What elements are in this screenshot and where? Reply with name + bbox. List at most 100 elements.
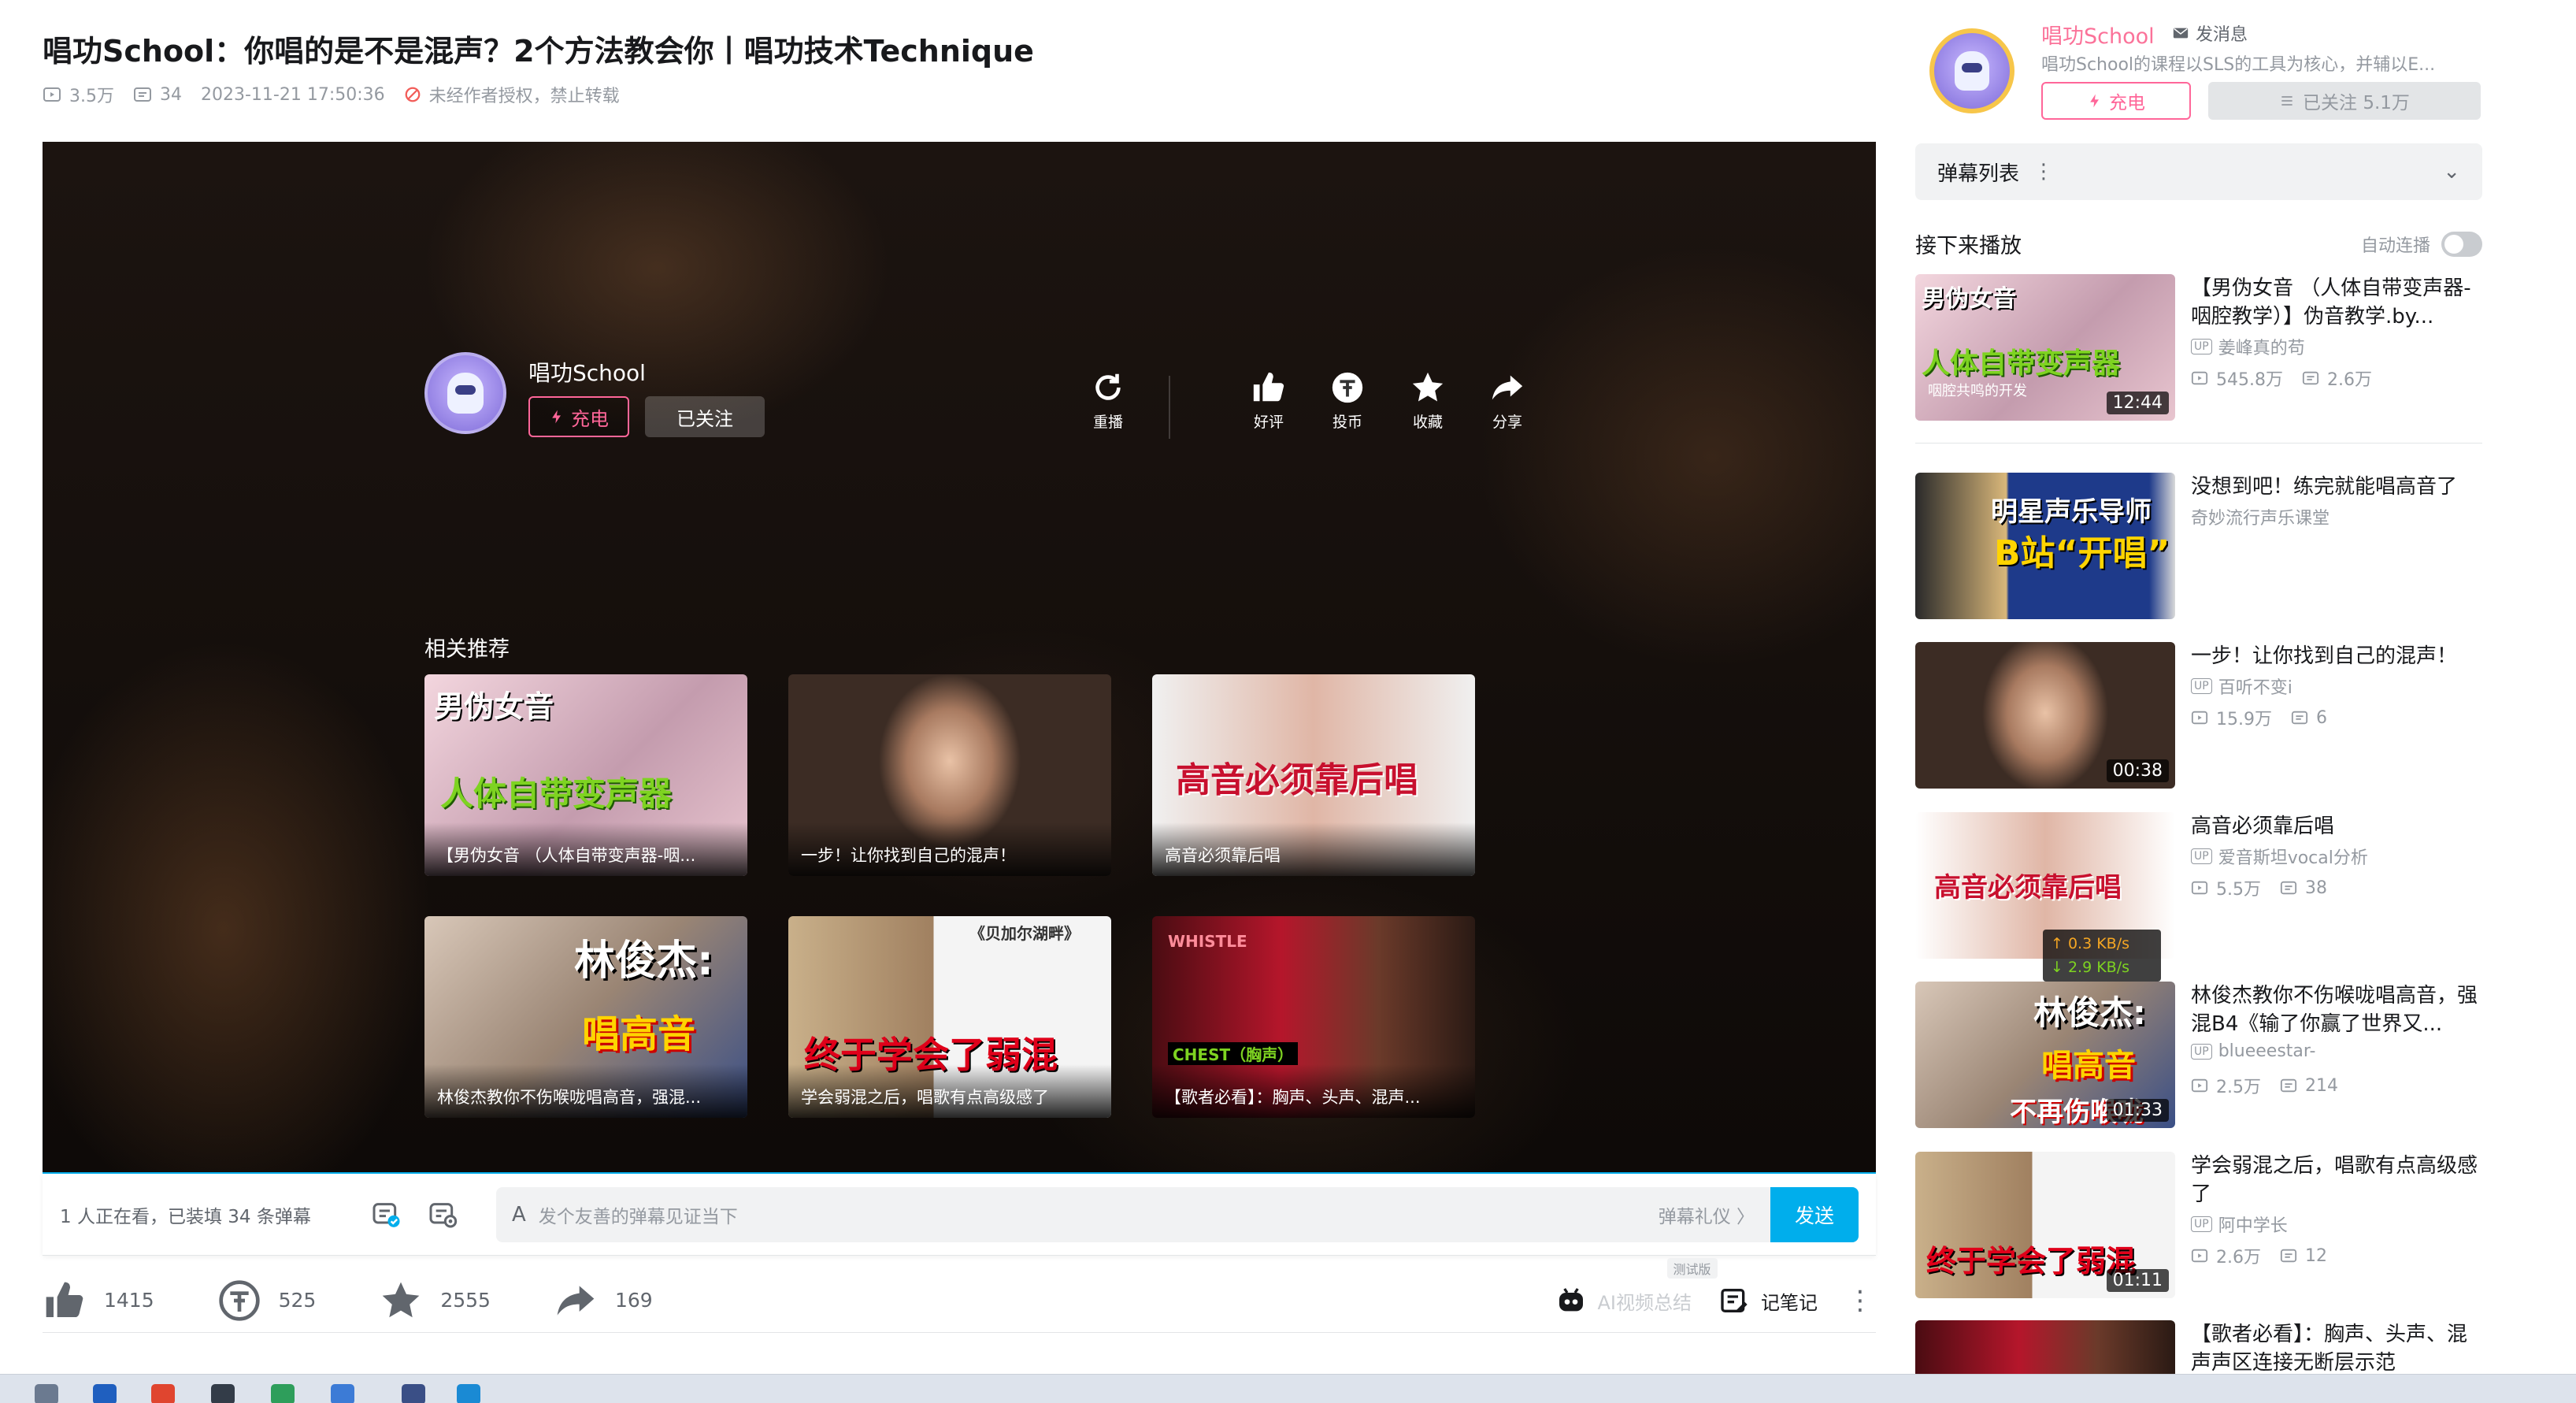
video-title[interactable]: 【男伪女音 （人体自带变声器-咽腔教学）】伪音教学.by... xyxy=(2191,274,2482,331)
video-thumbnail[interactable]: 明星声乐导师 B站“开唱” xyxy=(1915,473,2175,619)
video-stats: 2.6万 12 xyxy=(2191,1243,2327,1268)
next-up-title: 接下来播放 xyxy=(1915,234,2022,258)
uploader-avatar[interactable] xyxy=(424,352,506,434)
related-caption: 一步！让你找到自己的混声！ xyxy=(801,846,1016,865)
related-video-card[interactable]: WHISTLE CHEST（胸声） 【歌者必看】：胸声、头声、混声... xyxy=(1152,916,1475,1118)
danmaku-settings-button[interactable] xyxy=(424,1196,461,1234)
video-toolbar: 1415 525 2555 169 测试版 AI视频总结 记笔记 ⋮ xyxy=(43,1258,1876,1333)
star-icon xyxy=(383,1282,420,1317)
video-thumbnail[interactable]: 终于学会了弱混 01:11 xyxy=(1915,1152,2175,1298)
uploader-description: 唱功School的课程以SLS的工具为核心，并辅以E... xyxy=(2041,55,2436,75)
video-thumbnail[interactable]: 林俊杰: 唱高音 不再伤喉咙 01:33 xyxy=(1915,982,2175,1128)
charge-button[interactable]: 充电 xyxy=(2041,82,2191,120)
like-button[interactable]: 好评 xyxy=(1237,369,1300,432)
views-stat: 3.5万 xyxy=(43,82,114,107)
video-title[interactable]: 没想到吧！练完就能唱高音了 xyxy=(2191,473,2482,501)
taskbar-app-icon[interactable] xyxy=(35,1384,58,1403)
charge-button[interactable]: 充电 xyxy=(528,396,629,437)
recommended-video[interactable]: 高音必须靠后唱 高音必须靠后唱 UP 爱音斯坦vocal分析 5.5万 38 xyxy=(1915,812,2482,962)
taskbar-app-icon[interactable] xyxy=(271,1384,295,1403)
video-author[interactable]: UP 爱音斯坦vocal分析 xyxy=(2191,844,2368,869)
video-author[interactable]: UP 阿中学长 xyxy=(2191,1212,2288,1237)
more-menu-button[interactable]: ⋮ xyxy=(1844,1285,1876,1316)
danmaku-icon xyxy=(134,87,151,102)
video-author[interactable]: UP 姜峰真的苟 xyxy=(2191,334,2305,359)
video-title[interactable]: 高音必须靠后唱 xyxy=(2191,812,2482,841)
take-note-button[interactable]: 记笔记 xyxy=(1718,1285,1818,1316)
uploader-avatar[interactable] xyxy=(1929,28,2014,113)
robot-avatar-icon xyxy=(447,373,484,414)
video-title[interactable]: 林俊杰教你不伤喉咙唱高音，强混B4《输了你赢了世界又... xyxy=(2191,982,2482,1038)
coin-count: 525 xyxy=(278,1289,317,1312)
followed-button[interactable]: 已关注 xyxy=(645,396,765,437)
play-count-icon xyxy=(2191,1078,2208,1093)
font-style-icon[interactable]: A xyxy=(512,1203,526,1227)
next-up-header: 接下来播放 自动连播 xyxy=(1915,228,2482,259)
danmaku-toggle-button[interactable] xyxy=(367,1196,405,1234)
share-button[interactable]: 分享 xyxy=(1476,369,1539,432)
video-title[interactable]: 一步！让你找到自己的混声！ xyxy=(2191,642,2482,670)
coin-button[interactable]: 投币 xyxy=(1316,369,1379,432)
autoplay-switch[interactable] xyxy=(2441,231,2482,257)
video-meta: 3.5万 34 2023-11-21 17:50:36 未经作者授权，禁止转载 xyxy=(43,82,620,107)
video-author[interactable]: UP 百听不变i xyxy=(2191,674,2292,699)
video-title[interactable]: 【歌者必看】：胸声、头声、混声声区连接无断层示范 xyxy=(2191,1320,2482,1374)
related-video-card[interactable]: 男伪女音 人体自带变声器 【男伪女音 （人体自带变声器-咽... xyxy=(424,674,747,876)
danmaku-input[interactable]: A 发个友善的弹幕见证当下 弹幕礼仪 〉 xyxy=(496,1186,1770,1242)
related-caption: 林俊杰教你不伤喉咙唱高音，强混... xyxy=(437,1088,702,1107)
taskbar-app-icon[interactable] xyxy=(402,1384,425,1403)
replay-button[interactable]: 重播 xyxy=(1077,369,1140,432)
download-speed: ↓ 2.9 KB/s xyxy=(2051,959,2130,976)
publish-time: 2023-11-21 17:50:36 xyxy=(201,84,385,105)
star-icon xyxy=(1412,372,1444,402)
danmaku-icon xyxy=(2280,881,2297,895)
copyright-notice: 未经作者授权，禁止转载 xyxy=(404,82,620,107)
related-video-card[interactable]: 《贝加尔湖畔》 终于学会了弱混 学会弱混之后，唱歌有点高级感了 xyxy=(788,916,1111,1118)
watching-count: 1 人正在看，已装填 34 条弹幕 xyxy=(60,1206,311,1227)
taskbar-app-icon[interactable] xyxy=(331,1384,354,1403)
favorite-action[interactable]: 2555 xyxy=(379,1279,491,1323)
action-divider xyxy=(1169,376,1170,439)
taskbar-app-icon[interactable] xyxy=(151,1384,175,1403)
send-button[interactable]: 发送 xyxy=(1770,1186,1859,1242)
ai-summary-button[interactable]: 测试版 AI视频总结 xyxy=(1555,1258,1718,1316)
recommended-video[interactable]: 林俊杰: 唱高音 不再伤喉咙 01:33 林俊杰教你不伤喉咙唱高音，强混B4《输… xyxy=(1915,982,2482,1131)
video-thumbnail[interactable]: 男伪女音 人体自带变声器 咽腔共鸣的开发 12:44 xyxy=(1915,274,2175,421)
follow-button[interactable]: 已关注 5.1万 xyxy=(2208,82,2481,120)
more-dots-icon[interactable]: ⋮ xyxy=(2033,160,2054,184)
recommended-video[interactable]: 【歌者必看】：胸声、头声、混声声区连接无断层示范 xyxy=(1915,1320,2482,1374)
robot-avatar-icon xyxy=(1955,51,1989,91)
network-speed-overlay: ↑ 0.3 KB/s ↓ 2.9 KB/s xyxy=(2043,930,2161,982)
taskbar-app-icon[interactable] xyxy=(457,1384,480,1403)
related-caption: 学会弱混之后，唱歌有点高级感了 xyxy=(801,1088,1049,1107)
danmaku-stat: 34 xyxy=(133,85,182,105)
send-message-link[interactable]: 发消息 xyxy=(2172,20,2248,46)
chevron-down-icon[interactable]: ⌄ xyxy=(2443,160,2460,184)
video-author[interactable]: 奇妙流行声乐课堂 xyxy=(2191,504,2330,529)
video-player[interactable]: 唱功School 充电 已关注 重播 好评 投币 收藏 分享 相关推荐 男伪女音… xyxy=(43,142,1876,1174)
video-title[interactable]: 学会弱混之后，唱歌有点高级感了 xyxy=(2191,1152,2482,1208)
recommended-video[interactable]: 终于学会了弱混 01:11 学会弱混之后，唱歌有点高级感了 UP 阿中学长 2.6… xyxy=(1915,1152,2482,1301)
favorite-button[interactable]: 收藏 xyxy=(1396,369,1459,432)
taskbar-app-icon[interactable] xyxy=(93,1384,117,1403)
danmaku-settings-icon xyxy=(429,1202,458,1227)
autoplay-toggle[interactable]: 自动连播 xyxy=(2361,231,2482,257)
recommended-video[interactable]: 男伪女音 人体自带变声器 咽腔共鸣的开发 12:44 【男伪女音 （人体自带变声… xyxy=(1915,274,2482,424)
video-thumbnail[interactable] xyxy=(1915,1320,2175,1374)
like-action[interactable]: 1415 xyxy=(43,1279,154,1323)
share-action[interactable]: 169 xyxy=(554,1279,653,1323)
recommended-video[interactable]: 明星声乐导师 B站“开唱” 没想到吧！练完就能唱高音了 奇妙流行声乐课堂 xyxy=(1915,473,2482,622)
danmaku-placeholder[interactable]: 发个友善的弹幕见证当下 xyxy=(539,1201,1659,1228)
taskbar-app-icon[interactable] xyxy=(211,1384,235,1403)
danmaku-list-toggle[interactable]: 弹幕列表 ⋮ ⌄ xyxy=(1915,143,2482,200)
danmaku-etiquette-link[interactable]: 弹幕礼仪 〉 xyxy=(1659,1201,1755,1228)
related-video-card[interactable]: 林俊杰: 唱高音 林俊杰教你不伤喉咙唱高音，强混... xyxy=(424,916,747,1118)
video-author[interactable]: UP blueeestar- xyxy=(2191,1041,2315,1061)
uploader-name[interactable]: 唱功School xyxy=(528,356,646,388)
related-video-card[interactable]: 高音必须靠后唱 高音必须靠后唱 xyxy=(1152,674,1475,876)
uploader-name[interactable]: 唱功School xyxy=(2041,19,2155,50)
video-thumbnail[interactable]: 00:38 xyxy=(1915,642,2175,789)
coin-action[interactable]: 525 xyxy=(217,1279,317,1323)
related-video-card[interactable]: 一步！让你找到自己的混声！ xyxy=(788,674,1111,876)
recommended-video[interactable]: 00:38 一步！让你找到自己的混声！ UP 百听不变i 15.9万 6 xyxy=(1915,642,2482,792)
